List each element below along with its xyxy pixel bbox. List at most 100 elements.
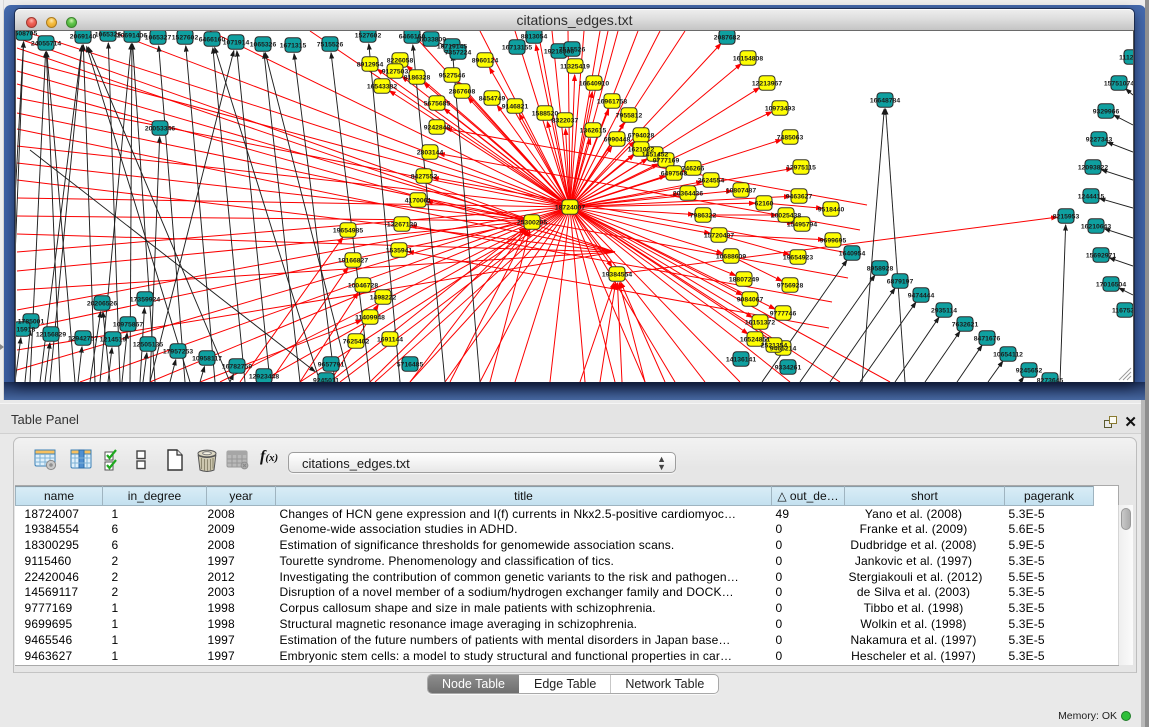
svg-text:12942757: 12942757 xyxy=(68,335,98,342)
svg-text:7625402: 7625402 xyxy=(343,338,370,345)
svg-text:19166827: 19166827 xyxy=(338,257,368,264)
svg-text:16154808: 16154808 xyxy=(733,55,763,62)
svg-text:2935114: 2935114 xyxy=(931,307,957,314)
svg-text:6990448: 6990448 xyxy=(604,136,631,143)
svg-text:9146821: 9146821 xyxy=(502,103,529,110)
svg-text:1214519: 1214519 xyxy=(100,336,127,343)
svg-text:18724007: 18724007 xyxy=(555,204,585,211)
svg-text:8912954: 8912954 xyxy=(357,61,384,68)
svg-text:10654112: 10654112 xyxy=(993,351,1023,358)
svg-text:6879197: 6879197 xyxy=(887,278,914,285)
svg-text:12923448: 12923448 xyxy=(249,373,279,380)
svg-text:17957253: 17957253 xyxy=(163,348,193,355)
svg-text:9245652: 9245652 xyxy=(1016,367,1043,374)
svg-text:2803144: 2803144 xyxy=(417,149,444,156)
svg-text:2069140: 2069140 xyxy=(70,33,97,40)
svg-text:8322037: 8322037 xyxy=(552,117,579,124)
svg-text:17016504: 17016504 xyxy=(1096,281,1126,288)
svg-text:1640954: 1640954 xyxy=(839,250,866,257)
svg-text:15720407: 15720407 xyxy=(704,232,734,239)
svg-text:12975115: 12975115 xyxy=(786,164,816,171)
svg-text:7357224: 7357224 xyxy=(445,49,472,56)
svg-text:1065327: 1065327 xyxy=(145,34,172,41)
svg-text:9474444: 9474444 xyxy=(908,292,935,299)
svg-text:9334261: 9334261 xyxy=(775,364,802,371)
svg-text:9084067: 9084067 xyxy=(737,296,764,303)
svg-text:16151372: 16151372 xyxy=(745,319,775,326)
svg-text:1498222: 1498222 xyxy=(370,294,397,301)
svg-text:8273645: 8273645 xyxy=(1037,377,1064,382)
svg-text:2087682: 2087682 xyxy=(714,34,741,41)
svg-text:1608705: 1608705 xyxy=(16,31,37,37)
svg-text:10807487: 10807487 xyxy=(726,187,756,194)
svg-text:1671315: 1671315 xyxy=(280,42,307,49)
svg-text:1691144: 1691144 xyxy=(377,336,403,343)
svg-text:8454749: 8454749 xyxy=(479,95,506,102)
svg-text:10975867: 10975867 xyxy=(113,321,143,328)
svg-text:10958117: 10958117 xyxy=(192,355,222,362)
svg-text:9227343: 9227343 xyxy=(1086,136,1113,143)
svg-text:7955812: 7955812 xyxy=(616,112,643,119)
svg-text:8958928: 8958928 xyxy=(867,265,894,272)
svg-text:7632621: 7632621 xyxy=(952,321,979,328)
svg-text:7485063: 7485063 xyxy=(777,134,804,141)
svg-text:9777746: 9777746 xyxy=(770,310,797,317)
svg-text:8215953: 8215953 xyxy=(1053,213,1080,220)
svg-text:20691406: 20691406 xyxy=(117,32,147,39)
svg-text:6466160: 6466160 xyxy=(199,36,226,43)
svg-text:1112795: 1112795 xyxy=(1119,54,1133,61)
svg-text:10973493: 10973493 xyxy=(765,105,795,112)
svg-text:8813054: 8813054 xyxy=(521,33,548,40)
svg-text:2521354: 2521354 xyxy=(761,342,788,349)
svg-text:11325419: 11325419 xyxy=(560,63,590,70)
svg-text:9518440: 9518440 xyxy=(818,206,845,213)
svg-text:13267130: 13267130 xyxy=(387,221,417,228)
svg-text:8471676: 8471676 xyxy=(974,335,1001,342)
svg-text:1071914: 1071914 xyxy=(223,39,250,46)
svg-text:7515526: 7515526 xyxy=(559,46,586,53)
svg-text:8427552: 8427552 xyxy=(411,173,438,180)
svg-text:9527546: 9527546 xyxy=(439,72,466,79)
svg-text:62160: 62160 xyxy=(755,200,774,207)
svg-text:19654923: 19654923 xyxy=(783,254,813,261)
svg-text:7986322: 7986322 xyxy=(690,212,717,219)
svg-text:9756928: 9756928 xyxy=(777,282,804,289)
svg-text:16210643: 16210643 xyxy=(1081,223,1111,230)
svg-text:10025438: 10025438 xyxy=(771,212,801,219)
svg-text:9699695: 9699695 xyxy=(820,237,847,244)
svg-text:6794028: 6794028 xyxy=(628,132,655,139)
svg-text:1535941: 1535941 xyxy=(386,247,413,254)
svg-text:1244415: 1244415 xyxy=(1078,193,1105,200)
svg-text:9329966: 9329966 xyxy=(1093,108,1120,115)
svg-text:1065326: 1065326 xyxy=(250,41,277,48)
svg-text:19654985: 19654985 xyxy=(333,227,363,234)
svg-text:1588520: 1588520 xyxy=(532,110,559,117)
svg-text:10046728: 10046728 xyxy=(348,282,378,289)
svg-text:3624554: 3624554 xyxy=(698,177,725,184)
svg-text:5675685: 5675685 xyxy=(424,100,451,107)
svg-text:1167534: 1167534 xyxy=(1112,307,1133,314)
svg-text:4170061: 4170061 xyxy=(405,197,432,204)
svg-text:12505135: 12505135 xyxy=(133,341,163,348)
svg-text:16713155: 16713155 xyxy=(502,44,532,51)
svg-text:20364436: 20364436 xyxy=(673,190,703,197)
svg-text:16961758: 16961758 xyxy=(597,98,627,105)
svg-text:24055714: 24055714 xyxy=(31,40,61,47)
svg-text:15751074: 15751074 xyxy=(1104,80,1133,87)
svg-text:1362615: 1362615 xyxy=(580,127,607,134)
svg-text:17359924: 17359924 xyxy=(130,296,160,303)
svg-text:18807249: 18807249 xyxy=(729,276,759,283)
svg-text:10688609: 10688609 xyxy=(716,253,746,260)
svg-text:746266: 746266 xyxy=(682,165,705,172)
svg-text:15692971: 15692971 xyxy=(1086,252,1116,259)
svg-text:5716485: 5716485 xyxy=(397,361,424,368)
svg-text:12156829: 12156829 xyxy=(36,331,66,338)
svg-text:16543382: 16543382 xyxy=(367,83,397,90)
svg-text:3915918: 3915918 xyxy=(16,326,35,333)
svg-text:9463627: 9463627 xyxy=(786,193,813,200)
svg-text:8960124: 8960124 xyxy=(472,57,499,64)
svg-text:11409948: 11409948 xyxy=(355,314,385,321)
svg-text:12213967: 12213967 xyxy=(752,80,782,87)
svg-text:16640910: 16640910 xyxy=(579,80,609,87)
svg-text:2867608: 2867608 xyxy=(449,88,476,95)
